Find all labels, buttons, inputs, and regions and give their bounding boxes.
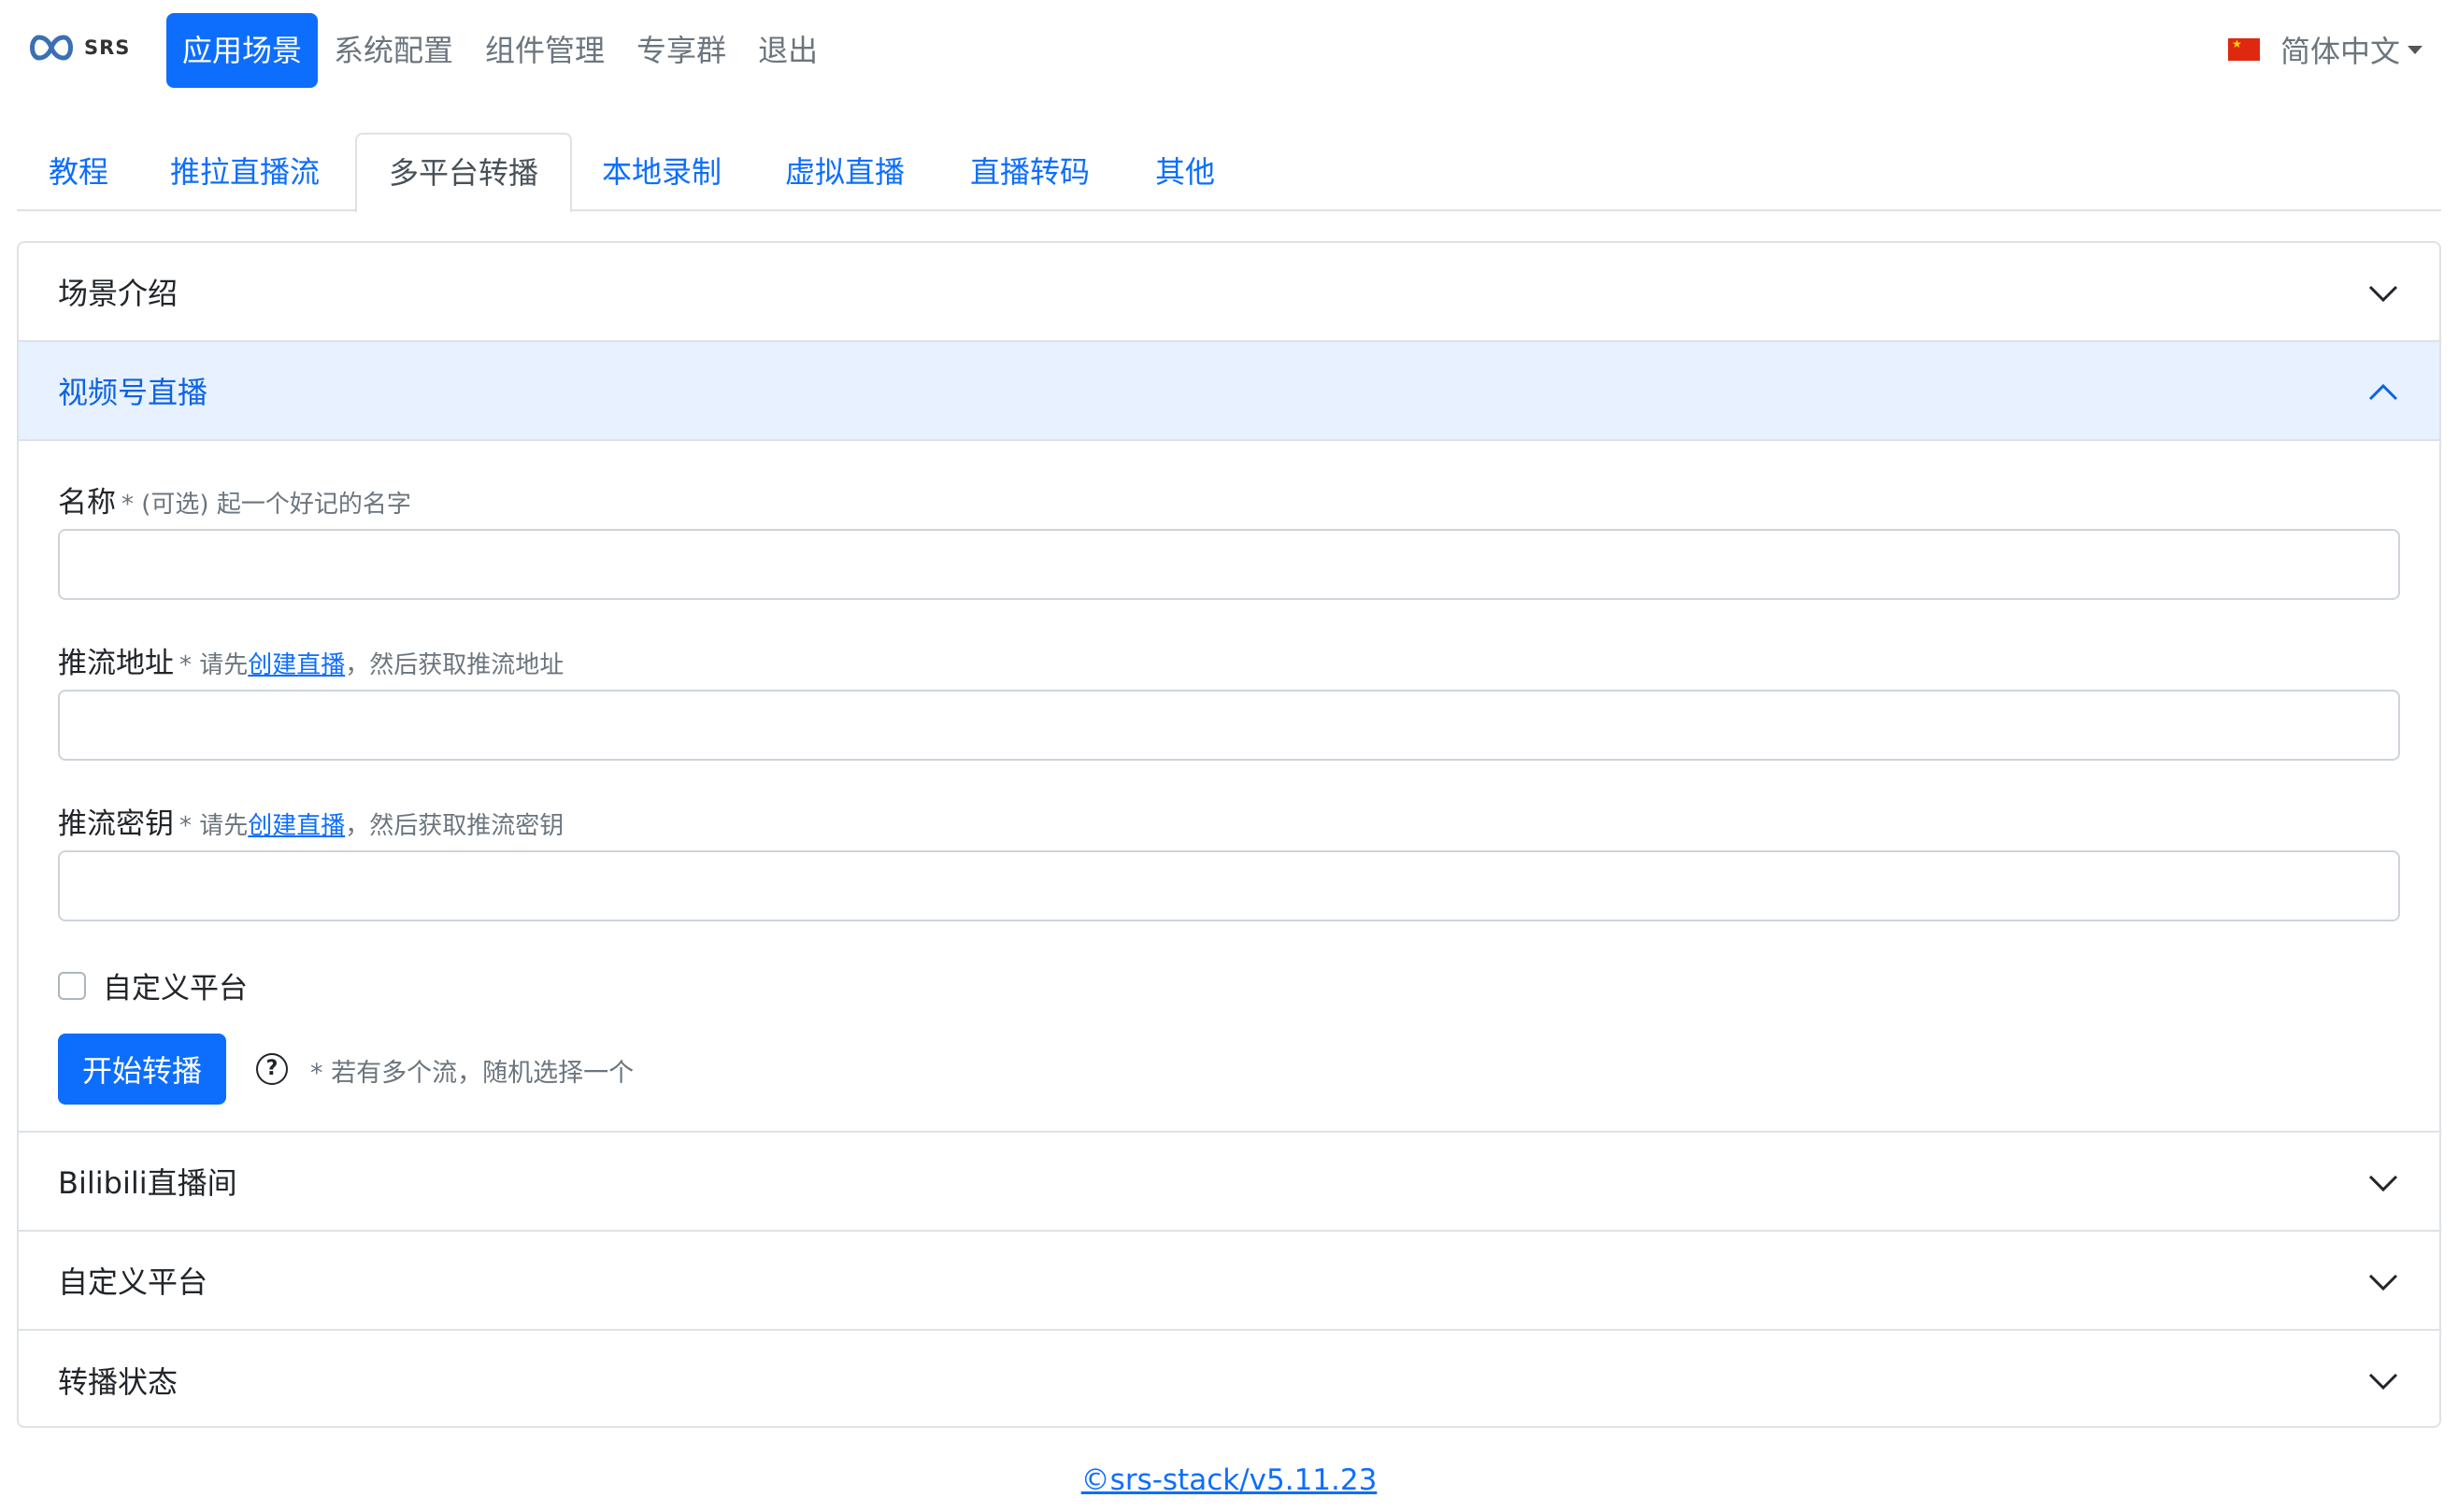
logo-text: SRS [84, 36, 131, 59]
start-hint: * 若有多个流，随机选择一个 [310, 1059, 635, 1088]
top-navbar: SRS 应用场景 系统配置 组件管理 专享群 退出 简体中文 [0, 0, 2458, 101]
custom-platform-checkbox[interactable] [58, 971, 86, 1000]
china-flag-icon [2227, 37, 2260, 61]
version-link[interactable]: ©srs-stack/v5.11.23 [1081, 1463, 1378, 1497]
tab-stream[interactable]: 推拉直播流 [138, 133, 351, 211]
tab-virtual-live[interactable]: 虚拟直播 [753, 133, 936, 211]
server-hint-pre: * 请先 [179, 651, 249, 679]
forward-accordion: 场景介绍 视频号直播 名称 * (可选) 起一个好记的名字 推流地址 * 请先创建直… [17, 241, 2441, 1428]
name-field-label: 名称 * (可选) 起一个好记的名字 [58, 478, 411, 521]
server-hint: * 请先创建直播，然后获取推流地址 [179, 651, 564, 679]
accordion-header-intro[interactable]: 场景介绍 [19, 243, 2439, 342]
nav-item-group[interactable]: 专享群 [621, 13, 742, 88]
question-circle-icon[interactable]: ? [256, 1053, 288, 1085]
create-live-link-2[interactable]: 创建直播 [248, 812, 345, 840]
accordion-title-status: 转播状态 [58, 1364, 179, 1400]
key-hint-post: ，然后获取推流密钥 [345, 812, 564, 840]
chevron-down-icon [2368, 1373, 2398, 1391]
accordion-title-custom: 自定义平台 [58, 1264, 208, 1300]
accordion-body-wechat: 名称 * (可选) 起一个好记的名字 推流地址 * 请先创建直播，然后获取推流地址 … [19, 441, 2439, 1133]
name-label-text: 名称 [58, 486, 116, 520]
app-page: SRS 应用场景 系统配置 组件管理 专享群 退出 简体中文 教程 推拉直播流 … [0, 0, 2458, 1512]
start-forward-button[interactable]: 开始转播 [58, 1034, 226, 1105]
nav-item-system-config[interactable]: 系统配置 [318, 13, 469, 88]
footer: ©srs-stack/v5.11.23 [0, 1463, 2458, 1497]
server-label-text: 推流地址 [58, 647, 174, 680]
tab-tutorial[interactable]: 教程 [17, 133, 140, 211]
srs-logo[interactable]: SRS [26, 32, 130, 64]
tab-other[interactable]: 其他 [1123, 133, 1247, 211]
key-label-text: 推流密钥 [58, 807, 174, 841]
chevron-down-icon [2368, 1175, 2398, 1192]
chevron-down-icon [2368, 1274, 2398, 1291]
accordion-header-status[interactable]: 转播状态 [19, 1331, 2439, 1426]
accordion-header-bilibili[interactable]: Bilibili直播间 [19, 1133, 2439, 1232]
create-live-link[interactable]: 创建直播 [248, 651, 345, 679]
nav-item-logout[interactable]: 退出 [742, 13, 834, 88]
key-field-label: 推流密钥 * 请先创建直播，然后获取推流密钥 [58, 800, 564, 842]
caret-down-icon [2408, 45, 2422, 54]
nav-item-components[interactable]: 组件管理 [469, 13, 621, 88]
accordion-title-wechat: 视频号直播 [58, 375, 208, 410]
chevron-down-icon [2368, 285, 2398, 303]
accordion-title-intro: 场景介绍 [58, 276, 179, 311]
key-hint-pre: * 请先 [179, 812, 249, 840]
custom-platform-label: 自定义平台 [103, 972, 248, 1006]
accordion-header-custom[interactable]: 自定义平台 [19, 1232, 2439, 1331]
server-hint-post: ，然后获取推流地址 [345, 651, 564, 679]
custom-platform-checkbox-row[interactable]: 自定义平台 [58, 964, 248, 1006]
nav-item-scenarios[interactable]: 应用场景 [166, 13, 319, 88]
name-input[interactable] [58, 529, 2400, 600]
key-input[interactable] [58, 850, 2400, 921]
tab-transcode[interactable]: 直播转码 [938, 133, 1122, 211]
language-label: 简体中文 [2279, 34, 2400, 69]
language-dropdown[interactable]: 简体中文 [2227, 28, 2422, 71]
chevron-up-icon [2368, 383, 2398, 401]
accordion-title-bilibili: Bilibili直播间 [58, 1165, 237, 1201]
tab-record[interactable]: 本地录制 [570, 133, 753, 211]
scenario-tabs: 教程 推拉直播流 多平台转播 本地录制 虚拟直播 直播转码 其他 [17, 133, 2441, 213]
name-hint: * (可选) 起一个好记的名字 [121, 491, 411, 519]
infinity-logo-icon [30, 35, 73, 61]
main-nav: 应用场景 系统配置 组件管理 专享群 退出 [166, 13, 834, 88]
accordion-header-wechat[interactable]: 视频号直播 [19, 342, 2439, 441]
server-input[interactable] [58, 690, 2400, 761]
tab-forward[interactable]: 多平台转播 [355, 133, 573, 213]
server-field-label: 推流地址 * 请先创建直播，然后获取推流地址 [58, 639, 564, 681]
key-hint: * 请先创建直播，然后获取推流密钥 [179, 812, 564, 840]
